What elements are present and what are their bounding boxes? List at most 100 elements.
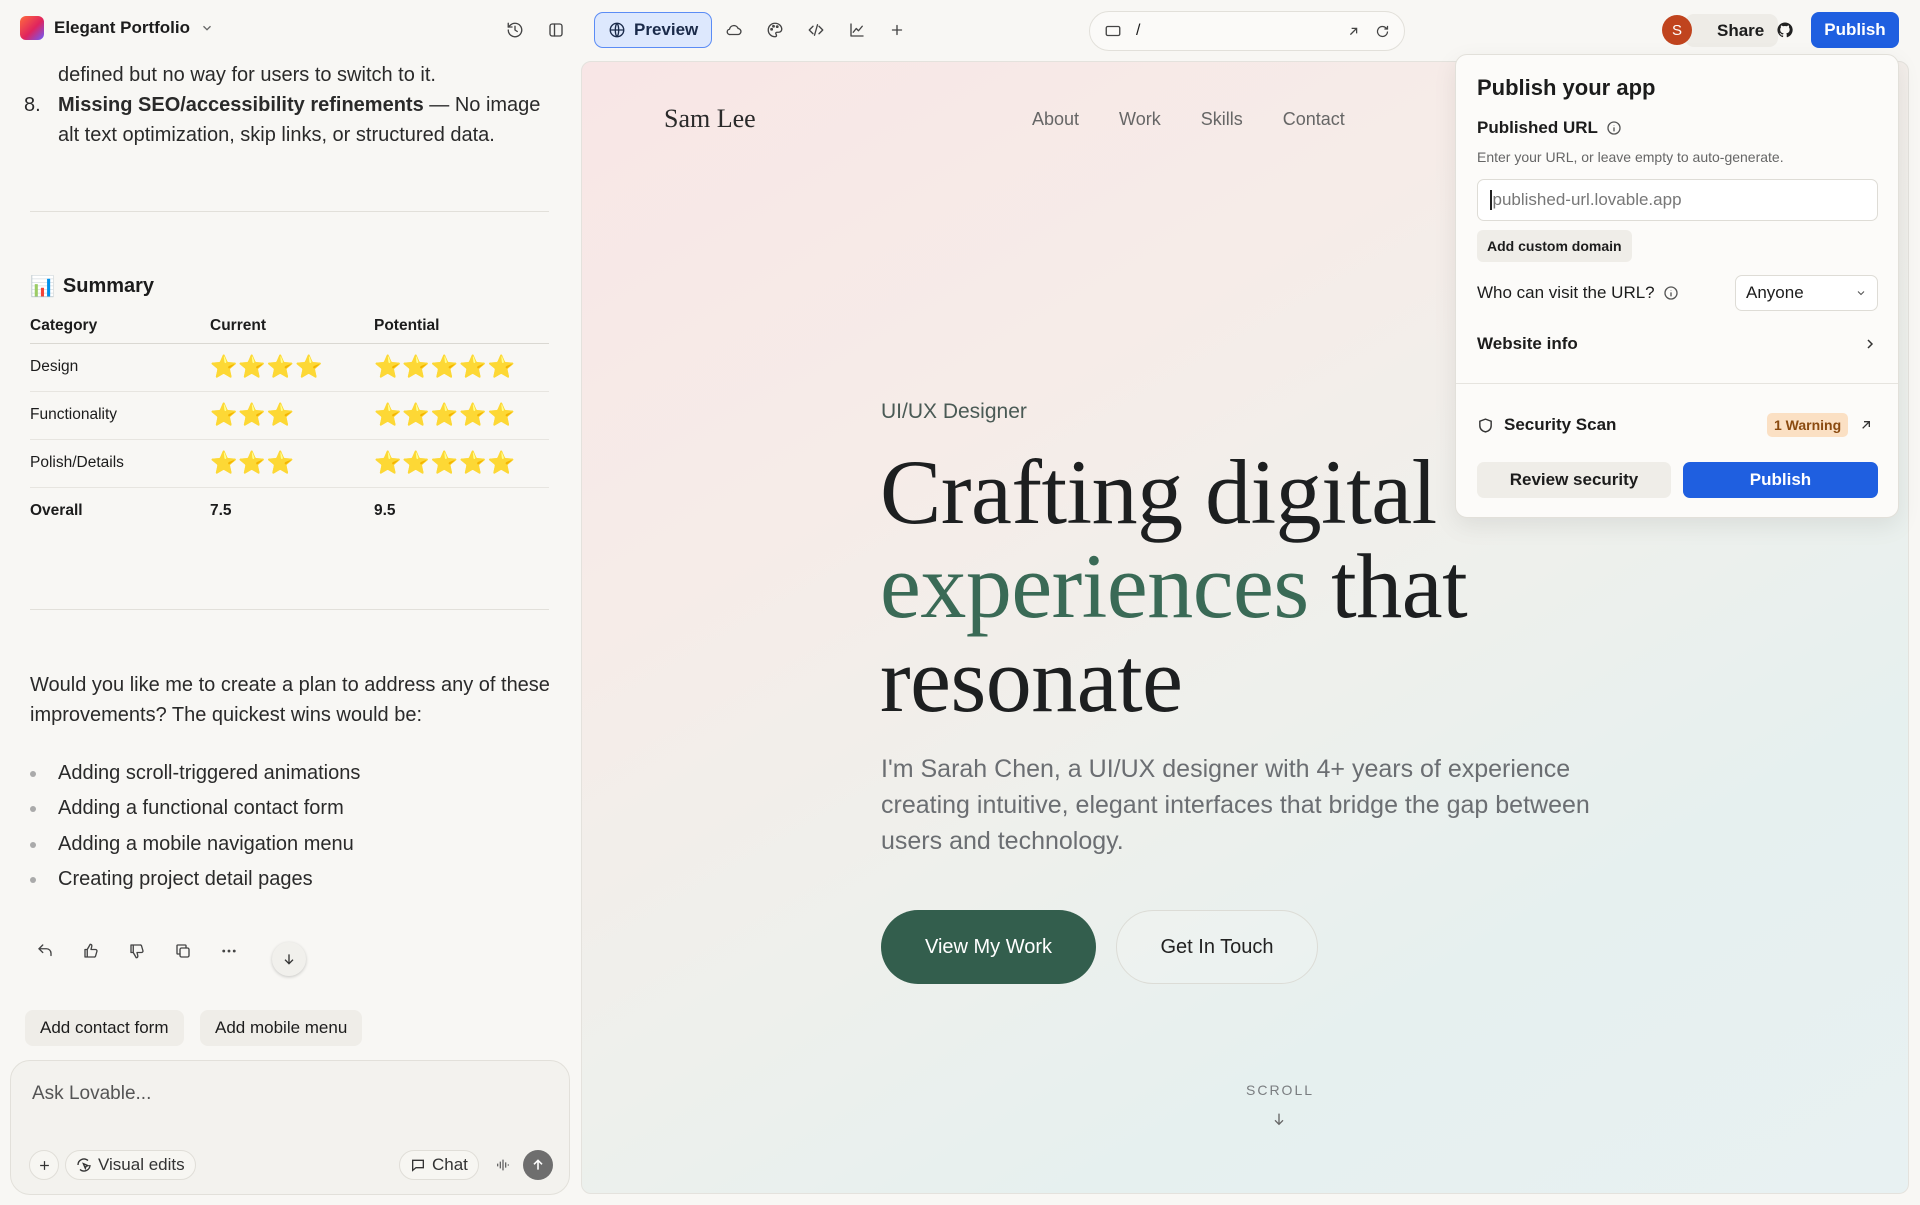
chevron-down-icon <box>203 25 211 31</box>
plus-icon[interactable] <box>882 15 912 45</box>
chevron-right-icon <box>1867 339 1874 349</box>
list-item-text: Creating project detail pages <box>58 868 313 890</box>
warning-badge: 1 Warning <box>1767 413 1849 437</box>
list-item-8: Missing SEO/accessibility refinements — … <box>58 90 540 121</box>
summary-heading: 📊 Summary <box>30 274 154 299</box>
undo-icon[interactable] <box>30 936 60 966</box>
site-logo[interactable]: Sam Lee <box>664 104 756 134</box>
published-url-input[interactable]: published-url.lovable.app <box>1477 179 1878 221</box>
info-icon[interactable] <box>1663 285 1679 301</box>
headline-line2-rest: that <box>1308 535 1468 637</box>
chat-mode-button[interactable]: Chat <box>399 1150 479 1180</box>
table-row: Polish/Details ⭐⭐⭐ ⭐⭐⭐⭐⭐ <box>30 439 549 488</box>
review-security-button[interactable]: Review security <box>1477 462 1671 498</box>
chat-input-box[interactable]: Ask Lovable... Visual edits Chat <box>10 1060 570 1195</box>
bullet-icon <box>30 841 36 848</box>
hero-role: UI/UX Designer <box>881 400 1027 423</box>
send-button[interactable] <box>523 1150 553 1180</box>
url-hint: Enter your URL, or leave empty to auto-g… <box>1477 149 1784 165</box>
security-scan-label: Security Scan <box>1504 415 1617 434</box>
device-icon[interactable] <box>1104 22 1122 40</box>
code-icon[interactable] <box>801 15 831 45</box>
table-header: Category <box>30 309 210 344</box>
top-bar: Elegant Portfolio Preview / Share S Publ… <box>0 0 1920 60</box>
url-path: / <box>1136 22 1141 39</box>
list-item: Adding a functional contact form <box>30 797 344 820</box>
headline-accent: experiences <box>880 535 1309 637</box>
thumbs-up-icon[interactable] <box>76 936 106 966</box>
table-row: Functionality ⭐⭐⭐ ⭐⭐⭐⭐⭐ <box>30 391 549 440</box>
arrow-down-icon <box>284 954 294 965</box>
summary-table: Category Current Potential Design ⭐⭐⭐⭐ ⭐⭐⭐… <box>30 309 549 535</box>
github-icon[interactable] <box>1770 15 1800 45</box>
nav-contact[interactable]: Contact <box>1283 109 1345 130</box>
arrow-down-icon[interactable] <box>1271 1111 1287 1127</box>
table-cell: 9.5 <box>374 502 396 520</box>
chevron-down-icon <box>1857 291 1865 296</box>
visual-edits-label: Visual edits <box>98 1155 185 1174</box>
info-icon[interactable] <box>1606 120 1622 136</box>
list-item: Creating project detail pages <box>30 868 313 891</box>
plus-icon <box>39 1160 49 1170</box>
nav-skills[interactable]: Skills <box>1201 109 1243 130</box>
table-cell: Design <box>30 343 210 392</box>
chart-emoji-icon: 📊 <box>30 276 55 298</box>
visibility-select[interactable]: Anyone <box>1735 275 1878 311</box>
url-bar[interactable]: / <box>1089 11 1405 51</box>
publish-button[interactable]: Publish <box>1683 462 1878 498</box>
refresh-icon[interactable] <box>1375 24 1390 39</box>
hero-intro: I'm Sarah Chen, a UI/UX designer with 4+… <box>881 755 1590 855</box>
visual-edits-button[interactable]: Visual edits <box>65 1150 196 1180</box>
avatar[interactable]: S <box>1662 15 1692 45</box>
open-external-icon[interactable] <box>1858 417 1874 433</box>
scroll-label: SCROLL <box>1246 1082 1315 1098</box>
add-attachment-button[interactable] <box>29 1150 59 1180</box>
summary-title: Summary <box>62 275 155 297</box>
scroll-down-button[interactable] <box>272 942 306 976</box>
question-line1: Would you like me to create a plan to ad… <box>30 674 550 696</box>
visual-edits-icon <box>77 1158 91 1172</box>
copy-icon[interactable] <box>168 936 198 966</box>
arrow-up-icon <box>533 1159 543 1170</box>
table-cell: ⭐⭐⭐ <box>210 439 374 488</box>
preview-button[interactable]: Preview <box>594 12 713 48</box>
nav-work[interactable]: Work <box>1119 109 1161 130</box>
project-switcher[interactable]: Elegant Portfolio <box>20 16 214 40</box>
hero-headline: Crafting digital experiences that resona… <box>880 445 1468 731</box>
history-icon[interactable] <box>500 15 530 45</box>
palette-icon[interactable] <box>760 15 790 45</box>
website-info-row[interactable]: Website info <box>1477 334 1878 354</box>
headline-line2: experiences that <box>880 539 1468 633</box>
text-cursor <box>1490 190 1492 210</box>
view-work-button[interactable]: View My Work <box>881 910 1096 984</box>
list-item-text: Adding a mobile navigation menu <box>58 833 354 855</box>
more-icon[interactable] <box>214 936 244 966</box>
add-custom-domain-button[interactable]: Add custom domain <box>1477 230 1632 262</box>
analytics-icon[interactable] <box>842 15 872 45</box>
suggestion-chip[interactable]: Add contact form <box>25 1010 184 1046</box>
popover-title: Publish your app <box>1477 75 1656 100</box>
sidebar-toggle-icon[interactable] <box>541 15 571 45</box>
visibility-label: Who can visit the URL? <box>1477 283 1679 303</box>
chat-input[interactable]: Ask Lovable... <box>32 1083 151 1105</box>
divider <box>1456 383 1898 384</box>
get-in-touch-button[interactable]: Get In Touch <box>1116 910 1318 984</box>
thumbs-down-icon[interactable] <box>122 936 152 966</box>
table-cell: ⭐⭐⭐⭐ <box>210 343 374 392</box>
question-line2: improvements? The quickest wins would be… <box>30 704 423 726</box>
bullet-icon <box>30 770 36 777</box>
message-actions <box>30 936 244 966</box>
divider <box>30 211 549 212</box>
share-button[interactable]: Share <box>1685 14 1779 47</box>
nav-about[interactable]: About <box>1032 109 1079 130</box>
publish-top-button[interactable]: Publish <box>1811 12 1899 48</box>
open-external-icon[interactable] <box>1346 24 1361 39</box>
headline-line3: resonate <box>880 629 1183 731</box>
suggestion-chip[interactable]: Add mobile menu <box>200 1010 363 1046</box>
table-cell: ⭐⭐⭐⭐⭐ <box>374 439 549 488</box>
cloud-icon[interactable] <box>719 15 749 45</box>
table-cell: 7.5 <box>210 502 232 520</box>
preview-label: Preview <box>634 20 699 39</box>
voice-icon[interactable] <box>489 1150 517 1180</box>
list-item-8-line2: alt text optimization, skip links, or st… <box>58 124 495 146</box>
